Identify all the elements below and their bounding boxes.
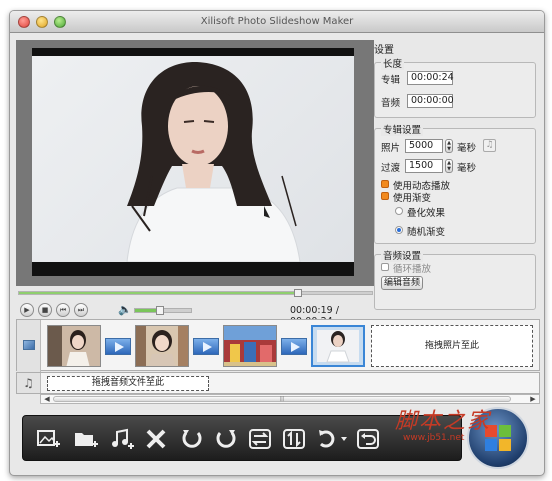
app-window: Xilisoft Photo Slideshow Maker ▶ ■ ⏮ ⏭ 🔈… bbox=[9, 10, 545, 476]
delete-icon[interactable] bbox=[143, 426, 169, 452]
use-transition-label: 使用渐变 bbox=[393, 193, 432, 204]
overlay-effect-label: 叠化效果 bbox=[407, 208, 446, 219]
playback-progress-bar[interactable] bbox=[18, 289, 373, 297]
transition-duration-field[interactable]: 1500 bbox=[405, 159, 443, 173]
album-settings-group: 专辑设置 照片 5000 ▲ ▼ 毫秒 ♫ 过渡 1500 ▲ ▼ 毫秒 使用动态播… bbox=[374, 122, 536, 244]
time-separator: / bbox=[332, 305, 339, 316]
stop-button[interactable]: ■ bbox=[38, 303, 52, 317]
photo-track-icon bbox=[17, 320, 41, 372]
photo-duration-label: 照片 bbox=[381, 143, 401, 154]
scroll-right-icon[interactable]: ▶ bbox=[528, 395, 538, 403]
add-folder-icon[interactable] bbox=[73, 426, 99, 452]
scrollbar-thumb[interactable]: ||| bbox=[53, 396, 511, 402]
edit-audio-button[interactable]: 编辑音频 bbox=[381, 276, 423, 290]
add-photo-icon[interactable] bbox=[35, 426, 61, 452]
scroll-left-icon[interactable]: ◀ bbox=[42, 395, 52, 403]
next-button[interactable]: ⏭ bbox=[74, 303, 88, 317]
audio-settings-group: 音频设置 循环播放 编辑音频 bbox=[374, 248, 536, 310]
playback-progress-fill bbox=[19, 292, 298, 294]
photo-duration-unit: 毫秒 bbox=[457, 143, 477, 154]
transition-duration-unit: 毫秒 bbox=[457, 163, 477, 174]
previous-button[interactable]: ⏮ bbox=[56, 303, 70, 317]
volume-slider[interactable] bbox=[134, 306, 192, 315]
play-button[interactable]: ▶ bbox=[20, 303, 34, 317]
audio-length-field[interactable]: 00:00:00 bbox=[407, 94, 454, 108]
watermark-text: 脚本之家 bbox=[395, 409, 492, 434]
overlay-effect-radio[interactable] bbox=[395, 207, 403, 215]
photo-duration-stepper[interactable]: ▲ ▼ bbox=[445, 139, 453, 153]
audio-settings-title: 音频设置 bbox=[381, 248, 424, 262]
preview-area bbox=[16, 40, 374, 286]
undo-icon[interactable] bbox=[355, 426, 381, 452]
random-transition-radio[interactable] bbox=[395, 226, 403, 234]
photo-thumbnail[interactable] bbox=[47, 325, 101, 367]
use-transition-checkbox[interactable] bbox=[381, 192, 389, 200]
album-settings-title: 专辑设置 bbox=[381, 122, 424, 136]
rotate-left-icon[interactable] bbox=[179, 426, 205, 452]
rotate-right-icon[interactable] bbox=[213, 426, 239, 452]
settings-panel: 设置 长度 专辑 00:00:24 音频 00:00:00 专辑设置 照片 50… bbox=[372, 40, 540, 312]
preview-frame bbox=[32, 48, 354, 276]
transition-block[interactable] bbox=[193, 338, 219, 355]
transition-block[interactable] bbox=[281, 338, 307, 355]
dynamic-play-checkbox[interactable] bbox=[381, 180, 389, 188]
volume-icon: 🔈 bbox=[118, 303, 132, 316]
photo-thumbnail[interactable] bbox=[223, 325, 277, 367]
loop-play-checkbox[interactable] bbox=[381, 263, 389, 271]
audio-track: ♫ 拖拽音频文件至此 bbox=[16, 372, 540, 394]
current-time: 00:00:19 bbox=[290, 305, 333, 316]
site-watermark: 脚本之家 www.jb51.net bbox=[395, 403, 515, 443]
playback-progress-handle[interactable] bbox=[293, 289, 302, 297]
photo-duration-field[interactable]: 5000 bbox=[405, 139, 443, 153]
settings-title: 设置 bbox=[374, 45, 394, 56]
length-group: 长度 专辑 00:00:24 音频 00:00:00 bbox=[374, 56, 536, 118]
audio-length-label: 音频 bbox=[381, 98, 401, 109]
transition-block[interactable] bbox=[105, 338, 131, 355]
playback-controls: ▶ ■ ⏮ ⏭ 🔈 00:00:19 / 00:00:24 bbox=[16, 303, 376, 327]
transition-duration-stepper[interactable]: ▲ ▼ bbox=[445, 159, 453, 173]
title-bar: Xilisoft Photo Slideshow Maker bbox=[10, 11, 544, 33]
photo-storyboard: 拖拽照片至此 bbox=[16, 319, 540, 372]
length-group-title: 长度 bbox=[381, 56, 405, 70]
audio-drop-zone[interactable]: 拖拽音频文件至此 bbox=[47, 376, 209, 391]
add-music-icon[interactable] bbox=[109, 426, 135, 452]
window-title: Xilisoft Photo Slideshow Maker bbox=[200, 16, 354, 27]
photo-thumbnail[interactable] bbox=[135, 325, 189, 367]
flip-vertical-icon[interactable] bbox=[281, 426, 307, 452]
photo-drop-zone[interactable]: 拖拽照片至此 bbox=[371, 325, 533, 367]
audio-track-icon: ♫ bbox=[17, 373, 41, 393]
random-transition-label: 随机渐变 bbox=[407, 227, 446, 238]
preview-photo bbox=[32, 56, 354, 262]
music-note-button[interactable]: ♫ bbox=[483, 139, 496, 152]
loop-play-label: 循环播放 bbox=[393, 264, 432, 275]
album-length-label: 专辑 bbox=[381, 75, 401, 86]
volume-slider-handle[interactable] bbox=[156, 306, 165, 315]
album-length-field[interactable]: 00:00:24 bbox=[407, 71, 454, 85]
photo-thumbnail-selected[interactable] bbox=[311, 325, 365, 367]
transition-dropdown-icon[interactable] bbox=[315, 426, 349, 452]
flip-horizontal-icon[interactable] bbox=[247, 426, 273, 452]
watermark-url: www.jb51.net bbox=[403, 433, 465, 443]
transition-duration-label: 过渡 bbox=[381, 163, 401, 174]
